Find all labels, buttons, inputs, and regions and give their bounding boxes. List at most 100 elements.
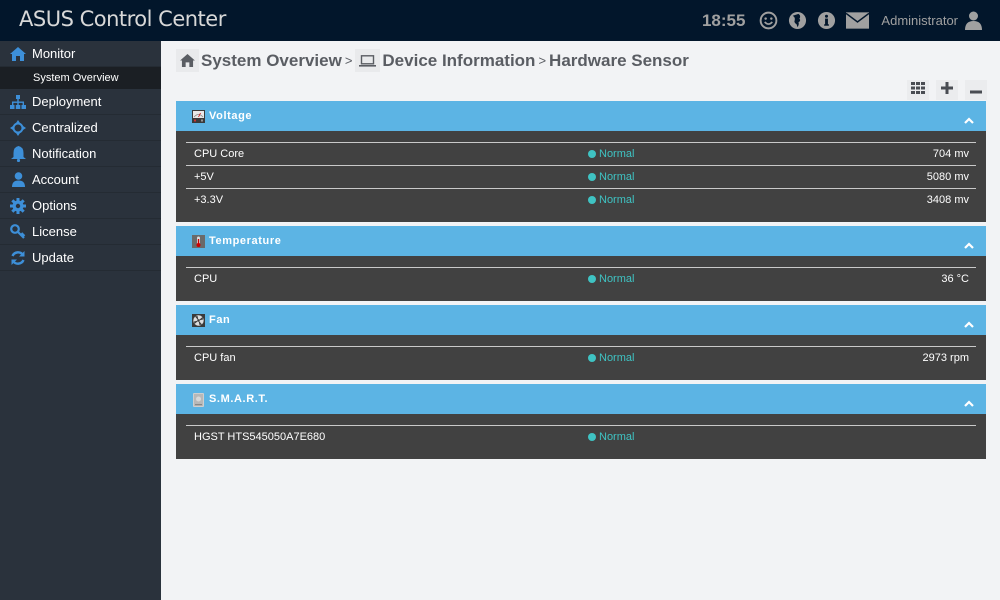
user-name[interactable]: Administrator [881, 13, 958, 28]
status-dot-icon [588, 173, 596, 181]
sidebar-item-label: Monitor [32, 46, 76, 61]
sidebar-item-label: License [32, 224, 77, 239]
chevron-up-icon[interactable] [964, 236, 974, 254]
sensor-value: 704 mv [932, 148, 969, 160]
clock: 18:55 [701, 10, 746, 30]
key-icon [10, 224, 26, 240]
collapse-all-button[interactable] [965, 80, 987, 100]
user-icon[interactable] [962, 10, 984, 32]
panel-title: S.M.A.R.T. [209, 393, 269, 405]
breadcrumb-item-hardware-sensor: Hardware Sensor [549, 50, 689, 70]
status-dot-icon [588, 354, 596, 362]
sensor-value: 3408 mv [926, 194, 969, 206]
grid-view-button[interactable] [907, 80, 929, 100]
smiley-icon[interactable] [757, 10, 779, 32]
thermometer-icon [192, 234, 205, 248]
chevron-up-icon[interactable] [964, 111, 974, 129]
sensor-name: HGST HTS545050A7E680 [194, 431, 326, 443]
sidebar-item-options[interactable]: Options [0, 193, 161, 219]
sidebar-item-deployment[interactable]: Deployment [0, 89, 161, 115]
laptop-icon[interactable] [355, 49, 381, 72]
sidebar-item-label: Deployment [32, 94, 102, 109]
sidebar-item-monitor[interactable]: Monitor [0, 41, 161, 67]
sidebar: Monitor System Overview Deployment Centr… [0, 41, 161, 600]
panel-body: CPU fan Normal 2973 rpm [176, 335, 986, 380]
status-text: Normal [599, 352, 635, 364]
panel-title: Temperature [209, 235, 282, 247]
status-text: Normal [599, 171, 635, 183]
sensor-row: HGST HTS545050A7E680 Normal [186, 425, 976, 448]
panel-body: CPU Normal 36 °C [176, 256, 986, 301]
status-dot-icon [588, 196, 596, 204]
sidebar-item-label: Account [32, 172, 79, 187]
globe-icon[interactable] [786, 10, 808, 32]
panel-smart: S.M.A.R.T. HGST HTS545050A7E680 Normal [176, 384, 986, 459]
expand-all-button[interactable] [936, 80, 958, 100]
panel-header[interactable]: Temperature [176, 226, 986, 256]
status-text: Normal [599, 431, 635, 443]
sidebar-item-label: Centralized [32, 120, 98, 135]
sidebar-subitem-system-overview[interactable]: System Overview [0, 67, 161, 89]
sidebar-item-centralized[interactable]: Centralized [0, 115, 161, 141]
sidebar-item-label: Notification [32, 146, 97, 161]
status-text: Normal [599, 148, 635, 160]
sidebar-item-notification[interactable]: Notification [0, 141, 161, 167]
breadcrumb-separator: > [344, 53, 353, 68]
panel-title: Fan [209, 314, 231, 326]
crosshair-icon [10, 119, 26, 136]
minus-icon [970, 81, 982, 99]
status-badge: Normal [588, 431, 634, 443]
gear-icon [10, 197, 26, 214]
breadcrumb-item-system-overview[interactable]: System Overview [201, 51, 342, 71]
breadcrumb-separator: > [538, 53, 547, 68]
app-title: ASUS Control Center [19, 7, 226, 31]
breadcrumb: System Overview > Device Information > H… [176, 49, 689, 72]
status-text: Normal [599, 273, 635, 285]
sidebar-item-account[interactable]: Account [0, 167, 161, 193]
breadcrumb-item-device-information[interactable]: Device Information [382, 51, 535, 71]
sensor-name: CPU fan [194, 352, 236, 364]
panel-header[interactable]: Voltage [176, 101, 986, 131]
sensor-row: CPU fan Normal 2973 rpm [186, 346, 976, 369]
sensor-value: 5080 mv [926, 171, 969, 183]
sensor-name: CPU Core [194, 148, 245, 160]
status-text: Normal [599, 194, 635, 206]
panel-temperature: Temperature CPU Normal 36 °C [176, 226, 986, 301]
home-icon[interactable] [176, 49, 199, 72]
panel-title: Voltage [209, 110, 253, 122]
panel-body: CPU Core Normal 704 mv +5V Normal 5080 m… [176, 131, 986, 222]
grid-icon [911, 81, 925, 99]
sensor-value: 36 °C [941, 273, 969, 285]
home-icon [10, 46, 26, 62]
status-badge: Normal [588, 171, 634, 183]
panel-header[interactable]: S.M.A.R.T. [176, 384, 986, 414]
sensor-name: +3.3V [194, 194, 224, 206]
panel-fan: Fan CPU fan Normal 2973 rpm [176, 305, 986, 380]
harddisk-icon [192, 392, 205, 407]
info-icon[interactable] [815, 10, 837, 32]
plus-icon [941, 81, 953, 99]
status-badge: Normal [588, 273, 634, 285]
chevron-up-icon[interactable] [964, 315, 974, 333]
panel-toolbar [900, 80, 987, 100]
status-badge: Normal [588, 148, 634, 160]
sensor-row: CPU Core Normal 704 mv [186, 142, 976, 165]
sensor-panels: Voltage CPU Core Normal 704 mv +5V Norma… [176, 101, 986, 463]
status-dot-icon [588, 150, 596, 158]
sidebar-subitem-label: System Overview [33, 72, 119, 84]
sensor-row: +3.3V Normal 3408 mv [186, 188, 976, 211]
sensor-row: CPU Normal 36 °C [186, 267, 976, 290]
sensor-value: 2973 rpm [922, 352, 969, 364]
sensor-row: +5V Normal 5080 mv [186, 165, 976, 188]
sitemap-icon [10, 94, 26, 110]
sidebar-item-license[interactable]: License [0, 219, 161, 245]
sidebar-item-update[interactable]: Update [0, 245, 161, 271]
sensor-name: +5V [194, 171, 214, 183]
refresh-icon [10, 250, 26, 266]
panel-header[interactable]: Fan [176, 305, 986, 335]
chevron-up-icon[interactable] [964, 394, 974, 412]
mail-icon[interactable] [844, 10, 870, 32]
top-bar: ASUS Control Center 18:55 Administrator [0, 0, 1000, 41]
main-content: System Overview > Device Information > H… [161, 41, 1000, 600]
sensor-name: CPU [194, 273, 218, 285]
